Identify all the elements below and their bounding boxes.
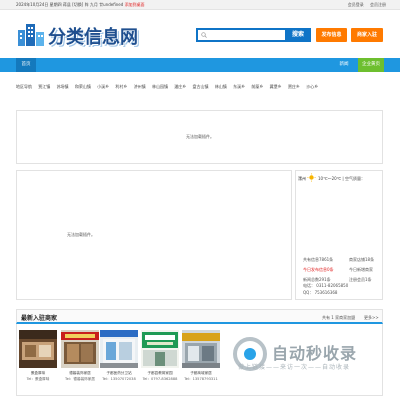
area-link[interactable]: 盘古山镇	[193, 84, 209, 89]
contact-phone: 电话： 0311-82065850	[303, 283, 349, 288]
contact-qq: QQ： 753616368	[303, 290, 338, 295]
stats-row: 共有信息7861条 商家店铺18条	[303, 255, 383, 265]
merchant-photo	[182, 330, 220, 368]
merchant-card[interactable]: 蛋盒厚味 Tel：蛋盒厚味	[19, 330, 57, 394]
city-label: 蒋县	[62, 2, 71, 7]
top-bar-account: 会员登录 会员注册	[343, 2, 386, 8]
merchant-photo	[61, 330, 99, 368]
area-link[interactable]: 济州镇	[134, 84, 146, 89]
stats-row: 今日发布信息0条 今日新增商家	[303, 265, 383, 275]
area-link[interactable]: 前厦乡	[251, 84, 263, 89]
city-switch-link[interactable]: [切换]	[72, 2, 83, 7]
area-link[interactable]: 贾庄乡	[288, 84, 300, 89]
watermark-title: 自动秒收录	[272, 344, 358, 363]
area-link[interactable]: 小溪乡	[97, 84, 109, 89]
merchant-photo	[19, 330, 57, 368]
area-link[interactable]: 利村乡	[115, 84, 127, 89]
stat-today-info[interactable]: 今日发布信息0条	[303, 267, 334, 272]
merchant-tel: Tel：13507072038	[102, 377, 136, 381]
plugin-error-main: 无法加载插件。	[186, 134, 214, 139]
merchants-count: 共有 1 家商家加盟	[322, 315, 356, 320]
nav-news[interactable]: 新闻	[334, 58, 354, 72]
merchant-tel: Tel：0797-8362888	[142, 377, 178, 381]
nav-business-directory[interactable]: 企业黄页	[358, 58, 384, 72]
merchant-name: 蛋盒厚味	[30, 371, 46, 375]
search-input[interactable]	[210, 31, 280, 40]
area-link[interactable]: 沙心乡	[306, 84, 318, 89]
date-text: 2024年10月24日 星期四	[16, 2, 62, 7]
merchant-tel: Tel：13578793311	[184, 377, 218, 381]
merchant-card[interactable]: 子都县教育家园 Tel：0797-8362888	[141, 330, 179, 394]
area-nav: 地区导航 贾江镇 苏场镇 和荣山镇 小溪乡 利村乡 济州镇 林山园镇 潘庄乡 盘…	[16, 80, 326, 93]
weather-text: 阵 九月 廿undefined	[84, 2, 124, 7]
area-link[interactable]: 潘庄乡	[174, 84, 186, 89]
plugin-panel-left	[16, 170, 292, 300]
merchant-tel: Tel：德馨装饰家居	[65, 377, 95, 381]
stat-total-info[interactable]: 共有信息7861条	[303, 257, 333, 262]
logo-text: 分类信息网	[48, 27, 138, 48]
merchants-more-link[interactable]: 更多>>	[364, 315, 379, 321]
watermark-subtitle: 做上链接——来访一次——自动收录	[238, 364, 351, 371]
merchants-title: 最新入驻商家	[21, 315, 58, 322]
weather-city: 漯州	[298, 176, 306, 181]
login-link[interactable]: 会员登录	[348, 2, 364, 7]
stat-shop-count[interactable]: 商家店铺18条	[349, 255, 374, 265]
post-info-button[interactable]: 发布信息	[316, 28, 347, 42]
area-link[interactable]: 苏场镇	[57, 84, 69, 89]
area-nav-title: 地区导航	[16, 84, 32, 89]
weather-temp: 10℃～20℃ | 空气质量：	[318, 176, 366, 181]
main-nav: 首页 新闻 企业黄页	[0, 58, 400, 72]
merchant-card[interactable]: 子都商城家居 Tel：13578793311	[182, 330, 220, 394]
merchants-header: 最新入驻商家 共有 1 家商家加盟 更多>>	[16, 309, 383, 324]
top-bar: 2024年10月24日 星期四 蒋县 [切换] 阵 九月 廿undefined …	[0, 0, 400, 10]
sun-icon	[307, 173, 316, 182]
top-bar-info: 2024年10月24日 星期四 蒋县 [切换] 阵 九月 廿undefined …	[16, 2, 145, 8]
search-icon	[201, 32, 207, 38]
area-link[interactable]: 林山镇	[215, 84, 227, 89]
building-logo-icon	[18, 24, 44, 46]
merchant-name: 子都医药分卫站	[106, 371, 132, 375]
merchant-name: 子都商城家居	[190, 371, 212, 375]
nav-home[interactable]: 首页	[16, 58, 36, 72]
area-link[interactable]: 东溪乡	[233, 84, 245, 89]
watermark: 自动秒收录 做上链接——来访一次——自动收录	[232, 336, 382, 378]
search-button[interactable]: 搜索	[285, 28, 311, 42]
merchant-name: 子都县教育家园	[147, 371, 173, 375]
merchant-name: 德馨装饰家居	[69, 371, 91, 375]
area-link[interactable]: 林山园镇	[152, 84, 168, 89]
merchant-join-button[interactable]: 商家入驻	[351, 28, 383, 42]
area-link[interactable]: 贾江镇	[38, 84, 50, 89]
add-to-desktop-link[interactable]: 添加到桌面	[125, 2, 145, 7]
area-link[interactable]: 和荣山镇	[75, 84, 91, 89]
site-stats: 共有信息7861条 商家店铺18条 今日发布信息0条 今日新增商家 新闻总数29…	[303, 255, 383, 285]
site-logo[interactable]: 分类信息网	[17, 20, 138, 50]
merchant-photo	[141, 330, 179, 368]
register-link[interactable]: 会员注册	[370, 2, 386, 7]
merchant-card[interactable]: 德馨装饰家居 Tel：德馨装饰家居	[61, 330, 99, 394]
stat-members[interactable]: 注册会员1条	[349, 275, 372, 285]
area-link[interactable]: 冀堡乡	[270, 84, 282, 89]
merchant-photo	[100, 330, 138, 368]
stat-today-merchants[interactable]: 今日新增商家	[349, 265, 373, 275]
plugin-error-left: 无法加载插件。	[67, 232, 95, 237]
merchant-tel: Tel：蛋盒厚味	[26, 377, 50, 381]
contact-info: 电话： 0311-82065850 QQ： 753616368	[303, 282, 348, 296]
merchant-card[interactable]: 子都医药分卫站 Tel：13507072038	[100, 330, 138, 394]
